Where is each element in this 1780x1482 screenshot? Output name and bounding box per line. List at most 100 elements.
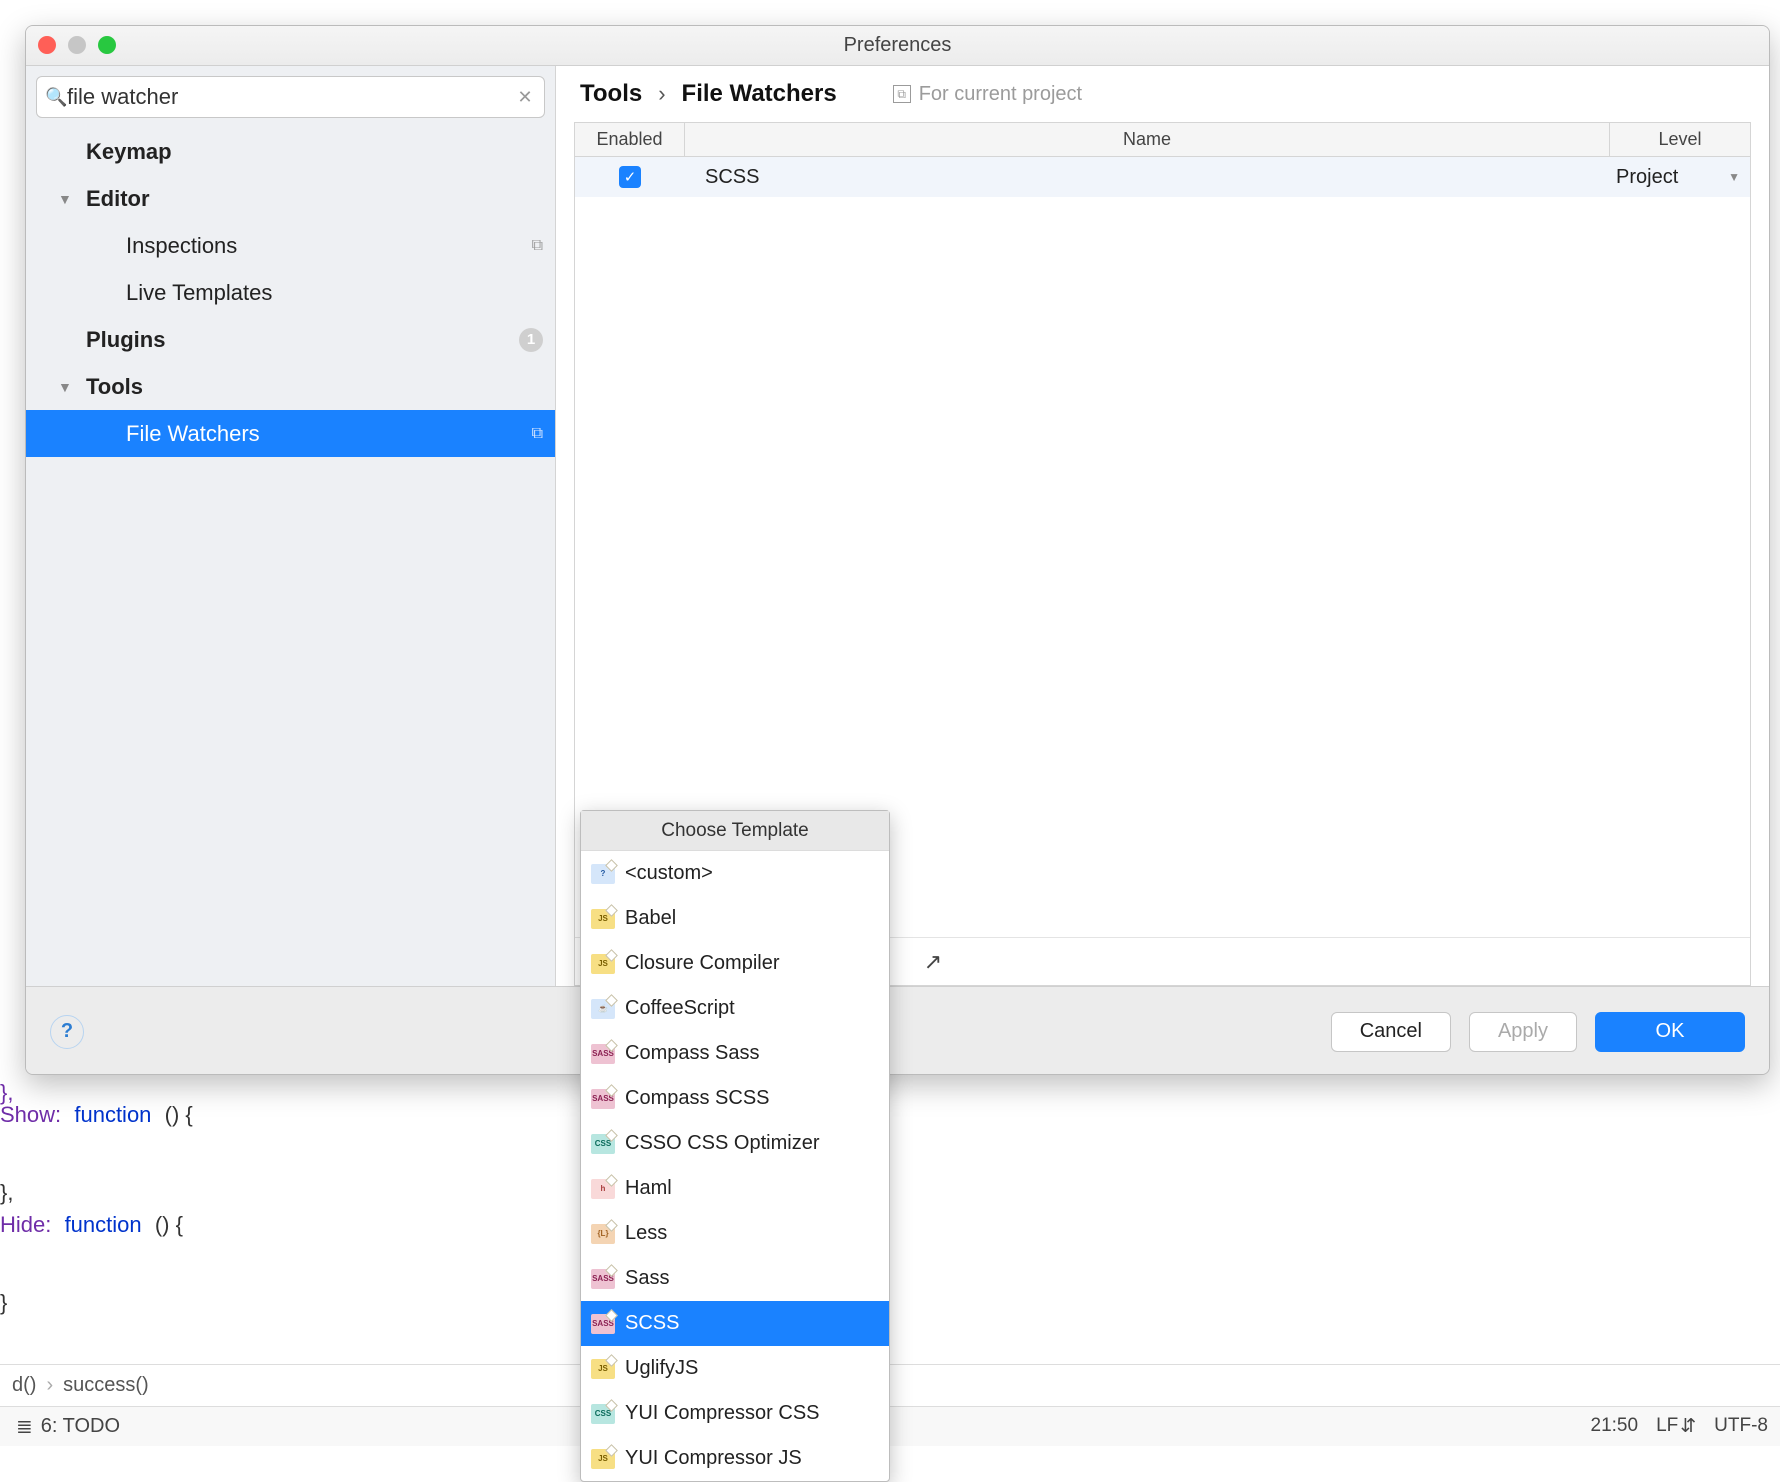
cell-name[interactable]: SCSS: [685, 166, 1610, 189]
breadcrumb-segment[interactable]: success(): [63, 1374, 149, 1397]
list-icon: ≣: [16, 1414, 33, 1439]
template-item-closure-compiler[interactable]: JS Closure Compiler: [581, 941, 889, 986]
minimize-window-button[interactable]: [68, 36, 86, 54]
template-item-yui-css[interactable]: CSSYUI Compressor CSS: [581, 1391, 889, 1436]
todo-tool-window-button[interactable]: ≣ 6: TODO: [0, 1406, 1780, 1446]
template-label: Compass Sass: [625, 1042, 760, 1065]
file-icon: ?: [591, 864, 615, 884]
template-label: CoffeeScript: [625, 997, 735, 1020]
template-label: Sass: [625, 1267, 669, 1290]
template-label: YUI Compressor CSS: [625, 1402, 820, 1425]
file-icon: CSS: [591, 1134, 615, 1154]
file-icon: JS: [591, 954, 615, 974]
popup-title: Choose Template: [581, 811, 889, 851]
export-button[interactable]: ↗: [913, 945, 953, 979]
template-item-custom[interactable]: ? <custom>: [581, 851, 889, 896]
template-label: SCSS: [625, 1312, 679, 1335]
settings-tree: Keymap ▼ Editor Inspections ⧉ Live Templ…: [26, 124, 555, 986]
project-scope-icon: ⧉: [893, 85, 911, 103]
template-label: CSSO CSS Optimizer: [625, 1132, 819, 1155]
copy-icon: ⧉: [532, 237, 543, 255]
sidebar-item-plugins[interactable]: Plugins 1: [26, 316, 555, 363]
template-item-csso[interactable]: CSS CSSO CSS Optimizer: [581, 1121, 889, 1166]
file-icon: {L}: [591, 1224, 615, 1244]
sidebar-item-label: Keymap: [86, 139, 172, 165]
cancel-button[interactable]: Cancel: [1331, 1012, 1451, 1052]
file-icon: JS: [591, 1359, 615, 1379]
file-icon: SASS: [591, 1314, 615, 1334]
sidebar-item-inspections[interactable]: Inspections ⧉: [26, 222, 555, 269]
scope-label: ⧉ For current project: [893, 83, 1082, 106]
apply-button[interactable]: Apply: [1469, 1012, 1577, 1052]
copy-icon: ⧉: [532, 425, 543, 443]
preferences-dialog: Preferences 🔍 ✕ Keymap ▼ Editor: [25, 25, 1770, 1075]
template-item-haml[interactable]: hHaml: [581, 1166, 889, 1211]
scope-text: For current project: [919, 83, 1082, 106]
cell-enabled[interactable]: ✓: [575, 166, 685, 188]
sidebar-item-live-templates[interactable]: Live Templates: [26, 269, 555, 316]
template-label: Compass SCSS: [625, 1087, 770, 1110]
file-icon: SASS: [591, 1044, 615, 1064]
template-item-coffeescript[interactable]: ☕ CoffeeScript: [581, 986, 889, 1031]
caret-position[interactable]: 21:50: [1591, 1415, 1639, 1437]
updown-icon: ⇵: [1680, 1415, 1696, 1438]
code-line: }: [0, 1290, 7, 1317]
breadcrumb-segment[interactable]: d(): [12, 1374, 36, 1397]
chevron-right-icon: ›: [46, 1374, 53, 1397]
sidebar-item-label: Inspections: [126, 233, 237, 259]
search-box[interactable]: 🔍 ✕: [36, 76, 545, 118]
template-item-less[interactable]: {L} Less: [581, 1211, 889, 1256]
template-item-compass-sass[interactable]: SASS Compass Sass: [581, 1031, 889, 1076]
sidebar-item-keymap[interactable]: Keymap: [26, 128, 555, 175]
code-line: },: [0, 1180, 13, 1207]
editor-breadcrumb[interactable]: d() › success(): [0, 1364, 1780, 1406]
col-name[interactable]: Name: [685, 123, 1610, 156]
titlebar[interactable]: Preferences: [26, 26, 1769, 66]
sidebar-item-label: Editor: [86, 186, 150, 212]
file-icon: ☕: [591, 999, 615, 1019]
encoding[interactable]: UTF-8: [1714, 1415, 1768, 1437]
template-item-scss[interactable]: SASS SCSS: [581, 1301, 889, 1346]
level-value: Project: [1616, 166, 1678, 189]
template-item-uglifyjs[interactable]: JSUglifyJS: [581, 1346, 889, 1391]
chevron-down-icon: ▼: [1728, 170, 1740, 184]
code-line: Hide: function () {: [0, 1212, 183, 1239]
close-window-button[interactable]: [38, 36, 56, 54]
chevron-right-icon: ›: [658, 81, 665, 107]
sidebar-item-file-watchers[interactable]: File Watchers ⧉: [26, 410, 555, 457]
template-item-sass[interactable]: SASSSass: [581, 1256, 889, 1301]
disclosure-icon: ▼: [58, 379, 72, 395]
help-button[interactable]: ?: [50, 1015, 84, 1049]
checkbox-checked-icon[interactable]: ✓: [619, 166, 641, 188]
template-item-yui-js[interactable]: JSYUI Compressor JS: [581, 1436, 889, 1481]
template-label: <custom>: [625, 862, 713, 885]
status-bar: 21:50 LF⇵ UTF-8: [1591, 1406, 1768, 1446]
sidebar-item-tools[interactable]: ▼ Tools: [26, 363, 555, 410]
window-controls: [38, 36, 116, 54]
template-label: Less: [625, 1222, 667, 1245]
template-item-babel[interactable]: JSBabel: [581, 896, 889, 941]
ok-button[interactable]: OK: [1595, 1012, 1745, 1052]
table-row[interactable]: ✓ SCSS Project ▼: [575, 157, 1750, 197]
breadcrumb-root[interactable]: Tools: [580, 80, 642, 108]
code-key-hide: Hide:: [0, 1212, 51, 1237]
cell-level[interactable]: Project ▼: [1610, 166, 1750, 189]
col-enabled[interactable]: Enabled: [575, 123, 685, 156]
clear-search-icon[interactable]: ✕: [514, 87, 536, 108]
line-separator[interactable]: LF⇵: [1656, 1415, 1696, 1438]
sidebar-item-label: Live Templates: [126, 280, 272, 306]
file-icon: JS: [591, 909, 615, 929]
template-label: YUI Compressor JS: [625, 1447, 802, 1470]
sidebar-item-editor[interactable]: ▼ Editor: [26, 175, 555, 222]
search-input[interactable]: [67, 84, 514, 110]
template-item-compass-scss[interactable]: SASSCompass SCSS: [581, 1076, 889, 1121]
sidebar-item-label: Tools: [86, 374, 143, 400]
table-header: Enabled Name Level: [575, 123, 1750, 157]
code-line: Show: function () {: [0, 1102, 193, 1129]
choose-template-popup: Choose Template ? <custom> JSBabel JS Clos…: [580, 810, 890, 1482]
disclosure-icon: ▼: [58, 191, 72, 207]
col-level[interactable]: Level: [1610, 123, 1750, 156]
zoom-window-button[interactable]: [98, 36, 116, 54]
template-label: Closure Compiler: [625, 952, 780, 975]
search-icon: 🔍: [45, 87, 67, 108]
